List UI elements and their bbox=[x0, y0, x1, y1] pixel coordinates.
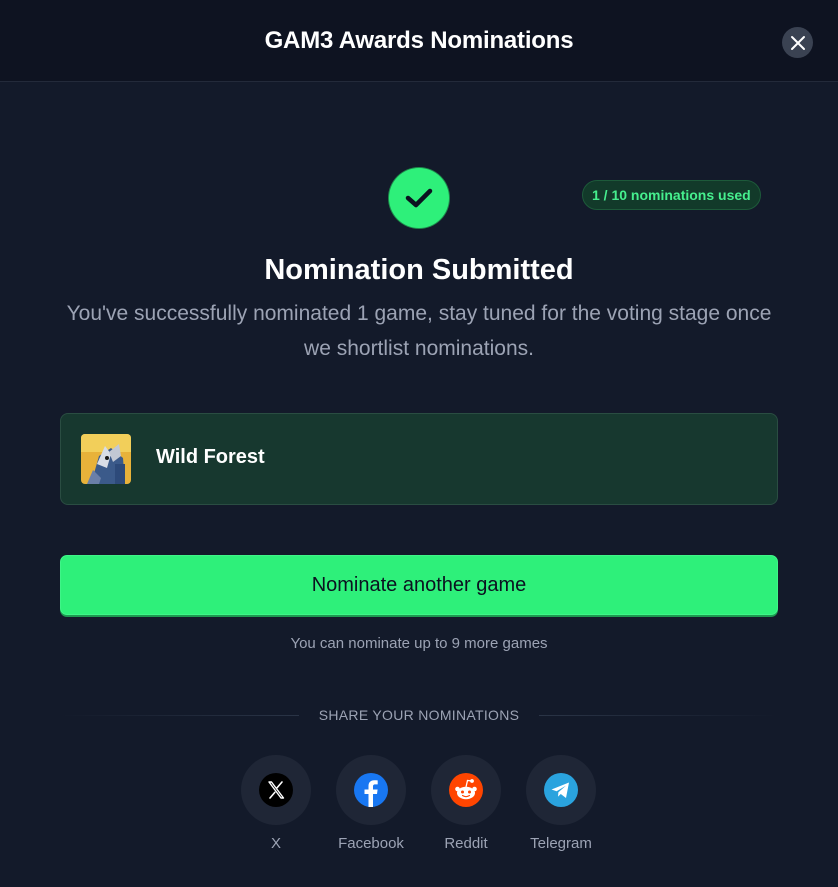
game-thumbnail bbox=[81, 434, 131, 484]
share-facebook-label: Facebook bbox=[338, 835, 404, 852]
telegram-icon bbox=[544, 773, 578, 807]
share-x-button[interactable] bbox=[241, 755, 311, 825]
game-name: Wild Forest bbox=[156, 446, 265, 468]
share-telegram-label: Telegram bbox=[530, 835, 592, 852]
share-facebook[interactable]: Facebook bbox=[326, 755, 416, 852]
nominations-used-badge: 1 / 10 nominations used bbox=[582, 180, 761, 210]
share-telegram-button[interactable] bbox=[526, 755, 596, 825]
facebook-icon bbox=[354, 773, 388, 807]
nominate-another-button[interactable]: Nominate another game bbox=[60, 555, 778, 615]
share-telegram[interactable]: Telegram bbox=[516, 755, 606, 852]
remaining-nominations-hint: You can nominate up to 9 more games bbox=[290, 635, 548, 652]
share-heading: SHARE YOUR NOMINATIONS bbox=[318, 707, 520, 723]
divider-line-left bbox=[60, 714, 299, 716]
success-check-icon bbox=[389, 168, 449, 228]
status-title: Nomination Submitted bbox=[264, 254, 574, 286]
share-x-label: X bbox=[270, 835, 281, 852]
nominated-game-card: Wild Forest bbox=[60, 413, 778, 505]
close-icon bbox=[790, 35, 805, 50]
nomination-modal: GAM3 Awards Nominations 1 / 10 nominatio… bbox=[0, 0, 838, 887]
status-subtitle: You've successfully nominated 1 game, st… bbox=[66, 302, 772, 360]
modal-title: GAM3 Awards Nominations bbox=[264, 26, 574, 54]
divider-line-right bbox=[539, 714, 778, 716]
x-icon bbox=[259, 773, 293, 807]
share-facebook-button[interactable] bbox=[336, 755, 406, 825]
share-reddit[interactable]: Reddit bbox=[421, 755, 511, 852]
share-reddit-label: Reddit bbox=[444, 835, 488, 852]
share-x[interactable]: X bbox=[231, 755, 321, 852]
share-divider: SHARE YOUR NOMINATIONS bbox=[60, 704, 778, 726]
reddit-icon bbox=[449, 773, 483, 807]
close-button[interactable] bbox=[782, 27, 813, 58]
modal-header: GAM3 Awards Nominations bbox=[0, 0, 838, 82]
share-reddit-button[interactable] bbox=[431, 755, 501, 825]
